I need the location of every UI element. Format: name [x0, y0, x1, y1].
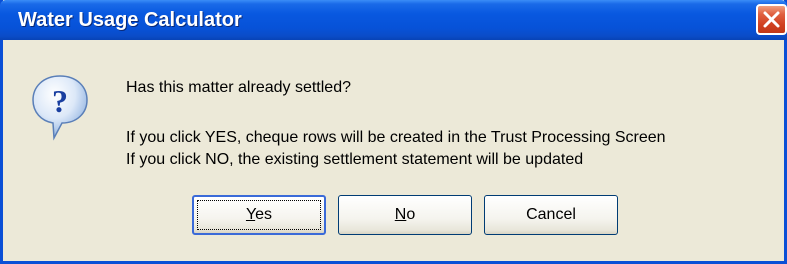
- close-button[interactable]: [756, 4, 787, 35]
- title-bar[interactable]: Water Usage Calculator: [0, 0, 787, 40]
- close-icon: [763, 11, 780, 28]
- yes-button-label: Yes: [246, 206, 272, 223]
- cancel-button[interactable]: Cancel: [484, 195, 618, 235]
- message-yes-info: If you click YES, cheque rows will be cr…: [126, 129, 666, 146]
- no-button[interactable]: No: [338, 195, 472, 235]
- yes-rest: es: [255, 206, 273, 223]
- question-icon: ?: [32, 75, 88, 141]
- yes-button[interactable]: Yes: [192, 195, 326, 235]
- no-button-label: No: [395, 206, 415, 223]
- yes-mnemonic: Y: [245, 206, 256, 223]
- message-dialog: Water Usage Calculator ? Has this matter…: [0, 0, 787, 264]
- no-mnemonic: N: [394, 206, 407, 223]
- no-rest: o: [406, 206, 416, 223]
- message-no-info: If you click NO, the existing settlement…: [126, 151, 584, 168]
- cancel-button-label: Cancel: [526, 206, 576, 223]
- message-question: Has this matter already settled?: [126, 79, 351, 96]
- svg-text:?: ?: [52, 83, 68, 119]
- window-title: Water Usage Calculator: [18, 9, 242, 31]
